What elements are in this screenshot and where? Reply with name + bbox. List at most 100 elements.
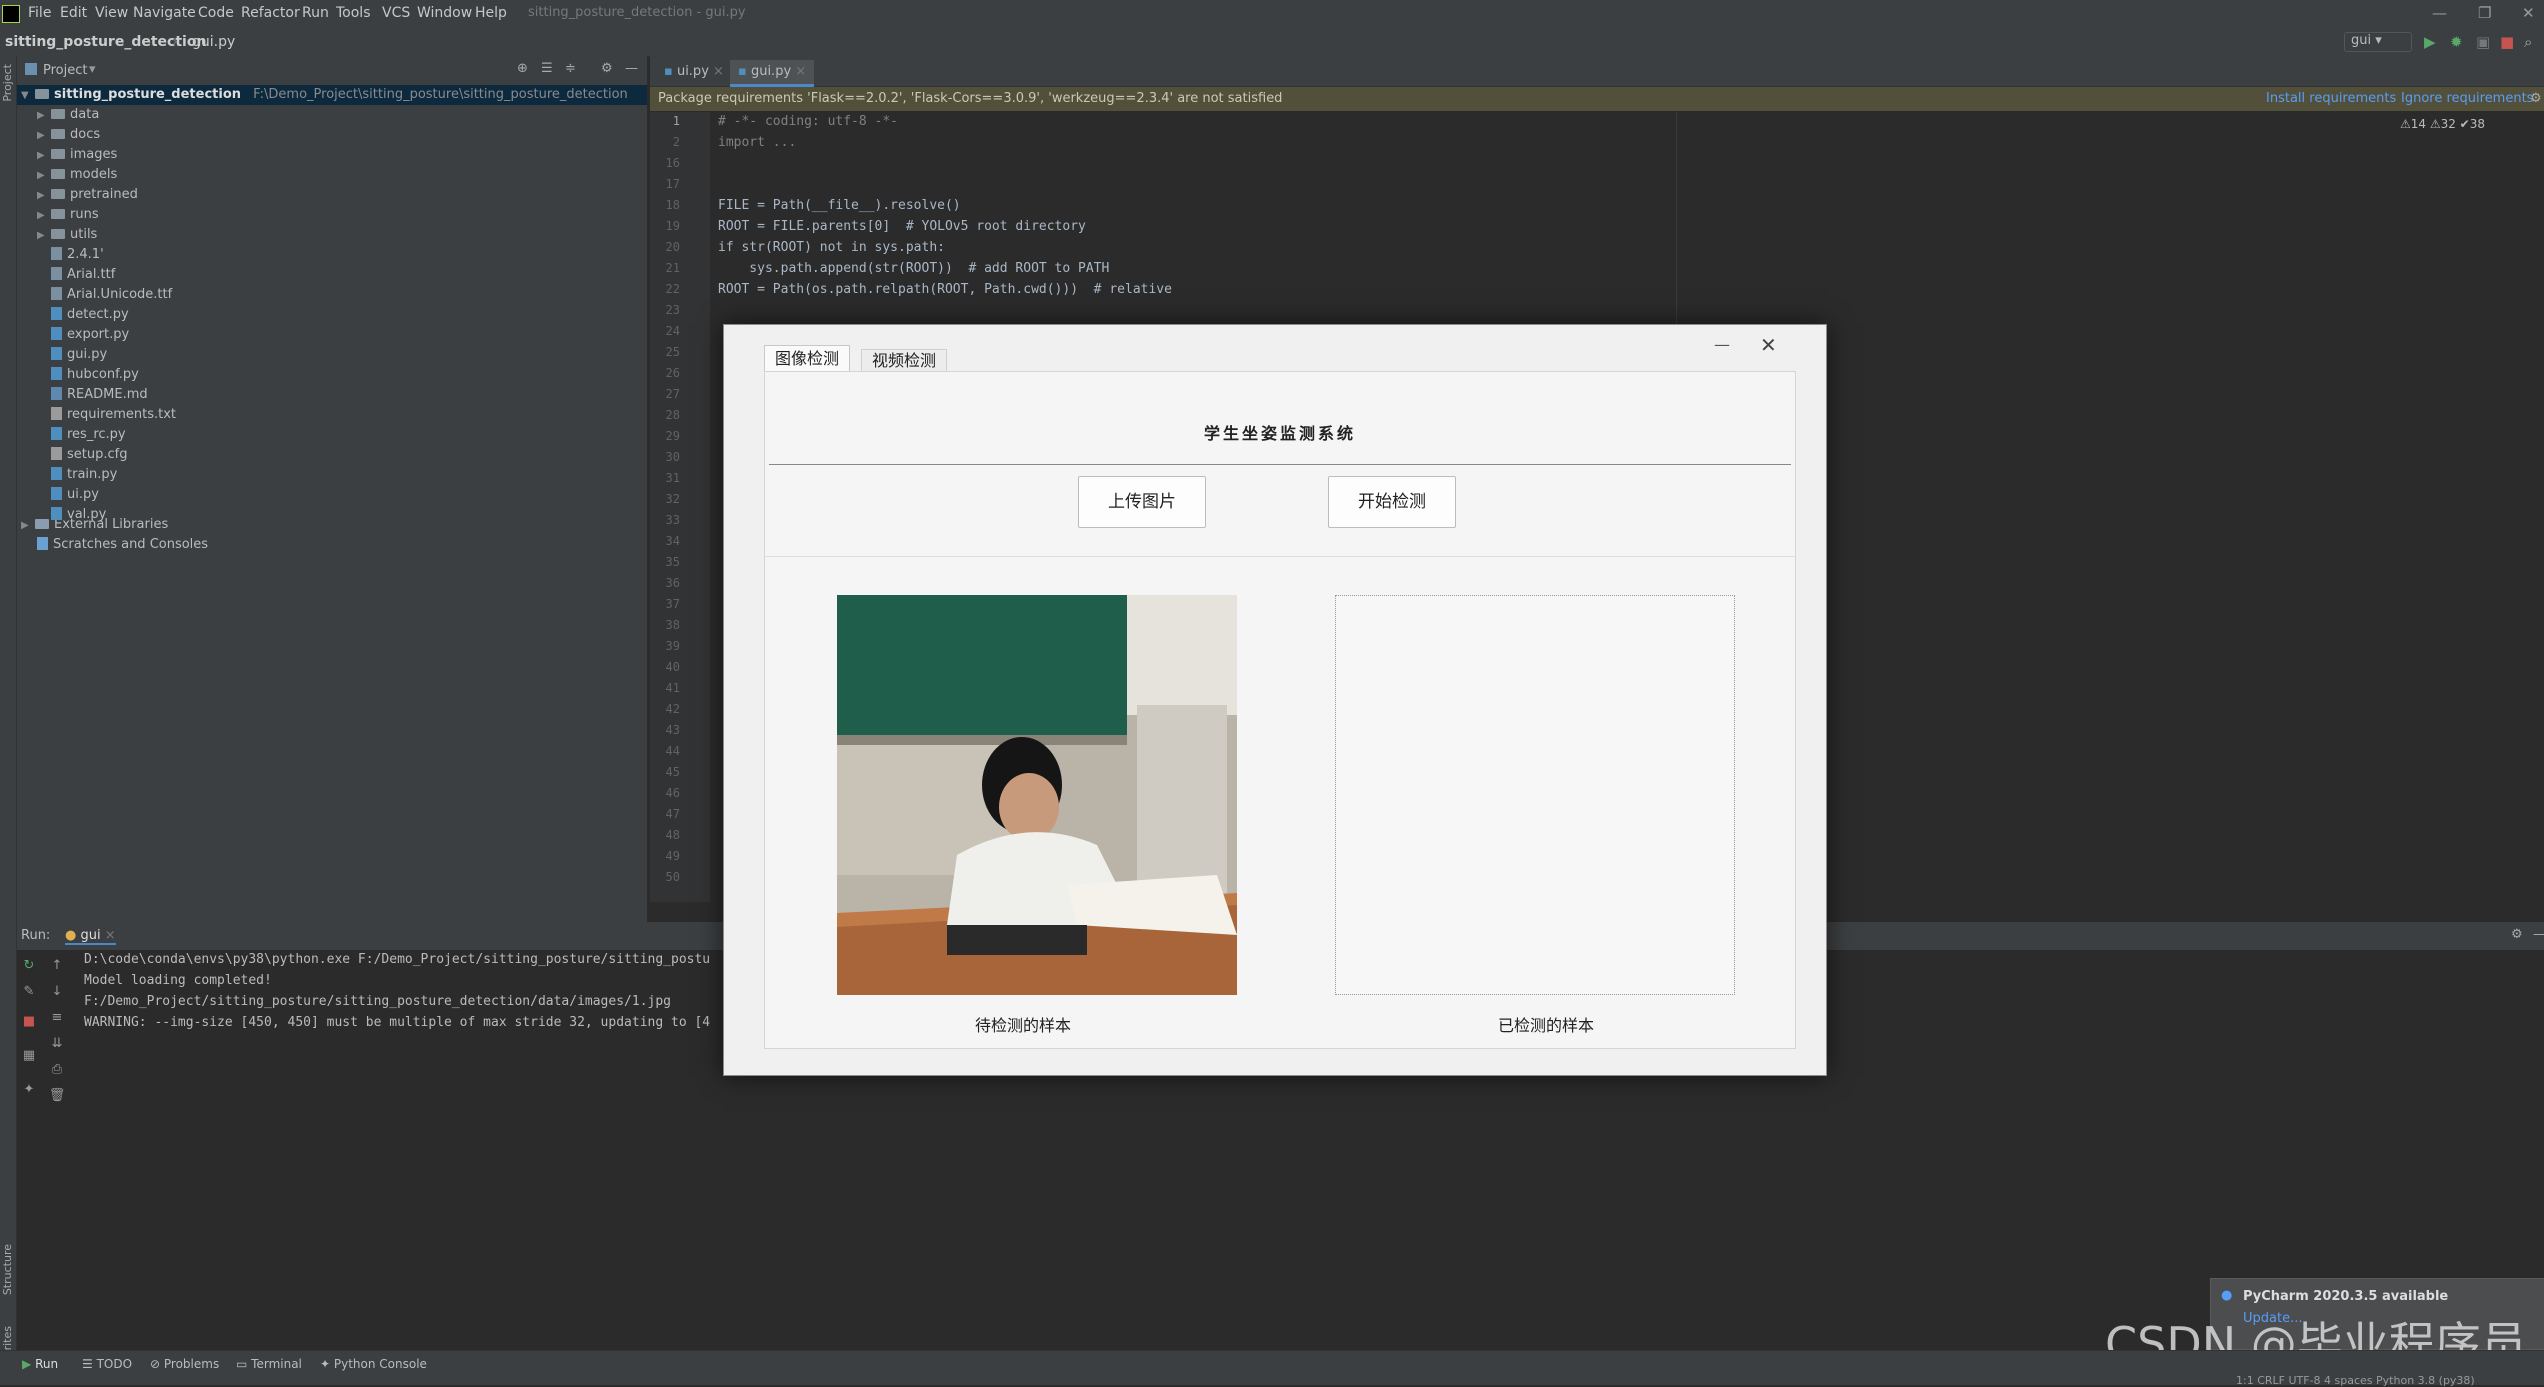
code-line[interactable]: ROOT = Path(os.path.relpath(ROOT, Path.c… bbox=[718, 282, 1172, 297]
expand-arrow-icon[interactable]: ▶ bbox=[37, 146, 51, 166]
scroll-to-end-icon[interactable]: ⇊ bbox=[48, 1036, 66, 1054]
bottom-tab-run[interactable]: ▶ Run bbox=[22, 1357, 58, 1371]
restore-icon[interactable]: ❐ bbox=[2478, 4, 2491, 22]
tree-file[interactable]: setup.cfg bbox=[17, 445, 127, 465]
bottom-tab-todo[interactable]: ☰ TODO bbox=[82, 1357, 132, 1371]
upload-image-button[interactable]: 上传图片 bbox=[1078, 476, 1206, 528]
expand-arrow-icon[interactable]: ▶ bbox=[37, 166, 51, 186]
close-tab-icon[interactable]: × bbox=[105, 928, 116, 943]
rerun-icon[interactable]: ↻ bbox=[20, 958, 38, 976]
expand-arrow-icon[interactable]: ▶ bbox=[37, 206, 51, 226]
search-icon[interactable]: ⌕ bbox=[2524, 33, 2532, 51]
expand-all-icon[interactable]: ☰ bbox=[541, 61, 553, 76]
scroll-up-icon[interactable]: ↑ bbox=[48, 958, 66, 976]
breadcrumb-file[interactable]: gui.py bbox=[192, 34, 235, 50]
tree-root[interactable]: ▼ sitting_posture_detection F:\Demo_Proje… bbox=[17, 85, 647, 105]
menu-navigate[interactable]: Navigate bbox=[133, 5, 196, 21]
menu-file[interactable]: File bbox=[28, 5, 51, 21]
close-icon[interactable]: ✕ bbox=[2522, 4, 2535, 22]
code-line[interactable]: if str(ROOT) not in sys.path: bbox=[718, 240, 945, 255]
tree-file[interactable]: gui.py bbox=[17, 345, 107, 365]
locate-icon[interactable]: ⊕ bbox=[517, 61, 528, 76]
coverage-icon[interactable]: ▣ bbox=[2476, 33, 2490, 51]
stop-icon[interactable]: ■ bbox=[20, 1014, 38, 1032]
tree-folder[interactable]: ▶ docs bbox=[17, 125, 100, 145]
code-line[interactable]: import ... bbox=[718, 135, 796, 150]
tree-file[interactable]: detect.py bbox=[17, 305, 129, 325]
scroll-down-icon[interactable]: ↓ bbox=[48, 984, 66, 1002]
structure-tool-label[interactable]: Structure bbox=[1, 1244, 14, 1295]
menu-tools[interactable]: Tools bbox=[336, 5, 371, 21]
tree-file[interactable]: requirements.txt bbox=[17, 405, 176, 425]
trash-icon[interactable]: 🗑 bbox=[48, 1088, 66, 1106]
tree-folder[interactable]: ▶ pretrained bbox=[17, 185, 138, 205]
start-detection-button[interactable]: 开始检测 bbox=[1328, 476, 1456, 528]
tree-folder[interactable]: ▶ utils bbox=[17, 225, 97, 245]
window-close-icon[interactable]: ✕ bbox=[1760, 333, 1777, 357]
menu-run[interactable]: Run bbox=[302, 5, 329, 21]
window-minimize-icon[interactable]: — bbox=[1714, 335, 1730, 354]
code-line[interactable]: # -*- coding: utf-8 -*- bbox=[718, 114, 898, 129]
bottom-tab-problems[interactable]: ⊘ Problems bbox=[150, 1357, 219, 1371]
code-line[interactable]: ROOT = FILE.parents[0] # YOLOv5 root dir… bbox=[718, 219, 1086, 234]
tree-folder[interactable]: ▶ data bbox=[17, 105, 99, 125]
run-tab-gui[interactable]: ● gui × bbox=[65, 928, 116, 945]
layout-icon[interactable]: ▦ bbox=[20, 1048, 38, 1066]
expand-arrow-icon[interactable]: ▶ bbox=[37, 126, 51, 146]
minimize-icon[interactable]: — bbox=[2432, 4, 2447, 22]
close-tab-icon[interactable]: × bbox=[713, 64, 724, 79]
pin-icon[interactable]: ✦ bbox=[20, 1082, 38, 1100]
tree-file[interactable]: README.md bbox=[17, 385, 148, 405]
tree-file[interactable]: train.py bbox=[17, 465, 117, 485]
debug-icon[interactable]: ✹ bbox=[2450, 33, 2463, 51]
tree-scratches[interactable]: Scratches and Consoles bbox=[17, 535, 208, 555]
tree-file[interactable]: val.py bbox=[17, 505, 106, 525]
tree-file[interactable]: hubconf.py bbox=[17, 365, 139, 385]
menu-code[interactable]: Code bbox=[198, 5, 234, 21]
tree-file[interactable]: Arial.Unicode.ttf bbox=[17, 285, 172, 305]
expand-arrow-icon[interactable]: ▶ bbox=[37, 106, 51, 126]
tab-gui-py[interactable]: ▪ gui.py × bbox=[730, 60, 815, 87]
project-tool-label[interactable]: Project bbox=[1, 64, 14, 102]
menu-view[interactable]: View bbox=[95, 5, 128, 21]
tree-file[interactable]: Arial.ttf bbox=[17, 265, 115, 285]
menu-edit[interactable]: Edit bbox=[60, 5, 87, 21]
menu-refactor[interactable]: Refactor bbox=[241, 5, 300, 21]
tab-video-detection[interactable]: 视频检测 bbox=[861, 349, 948, 372]
code-line[interactable]: FILE = Path(__file__).resolve() bbox=[718, 198, 961, 213]
bottom-tab-terminal[interactable]: ▭ Terminal bbox=[236, 1357, 302, 1371]
gear-icon[interactable]: ⚙ bbox=[2530, 87, 2542, 111]
tree-file[interactable]: export.py bbox=[17, 325, 129, 345]
dropdown-icon[interactable]: ▾ bbox=[89, 62, 96, 77]
close-tab-icon[interactable]: × bbox=[795, 64, 806, 79]
expand-arrow-icon[interactable]: ▶ bbox=[37, 186, 51, 206]
gear-icon[interactable]: ⚙ bbox=[601, 61, 613, 76]
print-icon[interactable]: ⎙ bbox=[48, 1062, 66, 1080]
tree-folder[interactable]: ▶ models bbox=[17, 165, 117, 185]
run-config-selector[interactable]: gui ▾ bbox=[2344, 32, 2412, 52]
hide-panel-icon[interactable]: — bbox=[2533, 927, 2544, 942]
hide-panel-icon[interactable]: — bbox=[625, 61, 638, 76]
tab-image-detection[interactable]: 图像检测 bbox=[764, 345, 851, 372]
bottom-tab-python-console[interactable]: ✦ Python Console bbox=[320, 1357, 427, 1371]
install-requirements-link[interactable]: Install requirements bbox=[2266, 87, 2396, 111]
gear-icon[interactable]: ⚙ bbox=[2511, 927, 2523, 942]
menu-help[interactable]: Help bbox=[475, 5, 507, 21]
menu-vcs[interactable]: VCS bbox=[382, 5, 410, 21]
code-line[interactable]: sys.path.append(str(ROOT)) # add ROOT to… bbox=[718, 261, 1109, 276]
ignore-requirements-link[interactable]: Ignore requirements bbox=[2401, 87, 2533, 111]
stop-icon[interactable]: ■ bbox=[2500, 33, 2514, 51]
run-icon[interactable]: ▶ bbox=[2424, 33, 2436, 51]
expand-arrow-icon[interactable]: ▶ bbox=[37, 226, 51, 246]
tree-file[interactable]: 2.4.1' bbox=[17, 245, 104, 265]
soft-wrap-icon[interactable]: ≡ bbox=[48, 1010, 66, 1028]
tree-file[interactable]: res_rc.py bbox=[17, 425, 126, 445]
tree-folder[interactable]: ▶ images bbox=[17, 145, 117, 165]
menu-window[interactable]: Window bbox=[417, 5, 472, 21]
tree-file[interactable]: ui.py bbox=[17, 485, 99, 505]
tree-folder[interactable]: ▶ runs bbox=[17, 205, 99, 225]
wrench-icon[interactable]: ✎ bbox=[20, 984, 38, 1002]
tab-ui-py[interactable]: ▪ ui.py × bbox=[656, 60, 732, 84]
project-view-label[interactable]: Project bbox=[43, 63, 87, 78]
inspection-widget[interactable]: ⚠14 ⚠32 ✔38 bbox=[2400, 117, 2485, 131]
